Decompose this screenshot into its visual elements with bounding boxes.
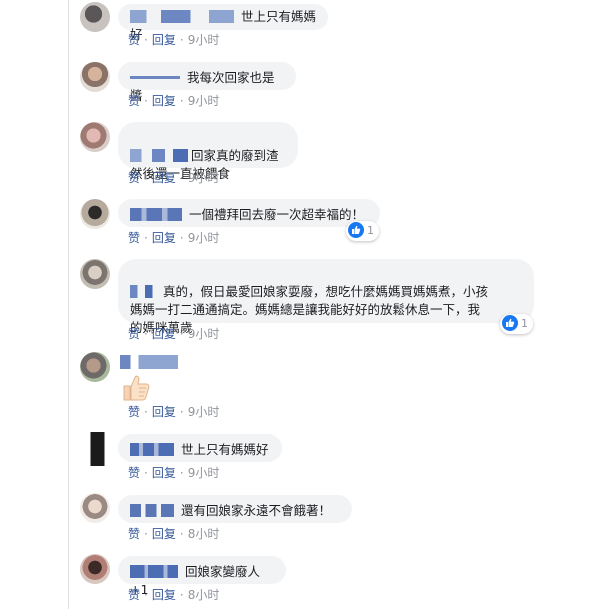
avatar[interactable]: [80, 2, 110, 32]
comment-text: 一個禮拜回去廢一次超幸福的！: [188, 207, 364, 222]
avatar[interactable]: [80, 62, 110, 92]
timestamp[interactable]: 9小时: [188, 33, 220, 47]
comment-bubble: 回家真的廢到渣 然後還一直被餵食: [118, 122, 298, 181]
comment-bubble: 一個禮拜回去廢一次超幸福的！: [118, 199, 380, 227]
comment-meta: 赞 · 回复 · 9小时: [128, 170, 219, 186]
reply-link[interactable]: 回复: [152, 171, 176, 185]
comment-meta: 赞 · 回复 · 9小时: [128, 404, 219, 420]
blurred-author-name[interactable]: [120, 355, 178, 369]
avatar[interactable]: [80, 259, 110, 289]
avatar[interactable]: [80, 493, 110, 523]
separator: ·: [144, 231, 148, 245]
reaction-count-text: 1: [521, 317, 528, 330]
timestamp[interactable]: 9小时: [188, 405, 220, 419]
separator: ·: [179, 33, 184, 47]
timestamp[interactable]: 9小时: [188, 466, 220, 480]
blurred-author-name[interactable]: [130, 285, 160, 298]
like-link[interactable]: 赞: [128, 33, 140, 47]
like-link[interactable]: 赞: [128, 171, 140, 185]
separator: ·: [144, 94, 148, 108]
comment-meta: 赞 · 回复 · 9小时: [128, 465, 219, 481]
like-link[interactable]: 赞: [128, 405, 140, 419]
comment-meta: 赞 · 回复 · 9小时: [128, 32, 219, 48]
separator: ·: [144, 466, 148, 480]
blurred-author-name[interactable]: [130, 149, 188, 162]
comment-meta: 赞 · 回复 · 9小时: [128, 93, 219, 109]
blurred-author-name[interactable]: [130, 71, 180, 84]
comment-bubble: 我每次回家也是醬: [118, 62, 296, 103]
reply-link[interactable]: 回复: [152, 405, 176, 419]
comment-bubble: 回娘家變廢人+1: [118, 556, 286, 597]
comment-text: 世上只有媽媽好: [180, 442, 269, 457]
like-link[interactable]: 赞: [128, 527, 140, 541]
separator: ·: [179, 466, 184, 480]
thumbs-up-sticker[interactable]: [120, 372, 152, 404]
separator: ·: [144, 405, 148, 419]
reply-link[interactable]: 回复: [152, 527, 176, 541]
separator: ·: [179, 231, 184, 245]
separator: ·: [144, 527, 148, 541]
comment-bubble: 真的，假日最愛回娘家耍廢，想吃什麼媽媽買媽媽煮，小孩 媽媽一打二通通搞定。媽媽總…: [118, 259, 534, 335]
blurred-author-name[interactable]: [130, 565, 178, 578]
timestamp[interactable]: 9小时: [188, 231, 220, 245]
thread-line: [68, 0, 69, 609]
comment-text: 還有回娘家永遠不會餓著！: [180, 503, 331, 518]
reply-link[interactable]: 回复: [152, 94, 176, 108]
like-reaction-icon: [502, 315, 518, 331]
avatar[interactable]: [80, 554, 110, 584]
separator: ·: [179, 588, 184, 602]
separator: ·: [144, 588, 148, 602]
comment-meta: 赞 · 回复 · 9小时: [128, 230, 219, 246]
reply-link[interactable]: 回复: [152, 588, 176, 602]
like-link[interactable]: 赞: [128, 588, 140, 602]
separator: ·: [144, 33, 148, 47]
blurred-author-name[interactable]: [130, 10, 234, 23]
reaction-count-text: 1: [367, 224, 374, 237]
blurred-author-name[interactable]: [130, 208, 182, 221]
separator: ·: [144, 171, 148, 185]
comment-meta: 赞 · 回复 · 8小时: [128, 587, 219, 603]
reply-link[interactable]: 回复: [152, 466, 176, 480]
reaction-count[interactable]: 1: [346, 221, 379, 241]
separator: ·: [144, 327, 148, 341]
blurred-author-name[interactable]: [130, 443, 174, 456]
avatar[interactable]: [80, 199, 110, 229]
timestamp[interactable]: 9小时: [188, 171, 220, 185]
separator: ·: [179, 405, 184, 419]
like-link[interactable]: 赞: [128, 327, 140, 341]
comment-meta: 赞 · 回复 · 9小时: [128, 326, 219, 342]
comment-bubble: 世上只有媽媽好: [118, 4, 328, 42]
separator: ·: [179, 94, 184, 108]
timestamp[interactable]: 9小时: [188, 327, 220, 341]
reply-link[interactable]: 回复: [152, 231, 176, 245]
avatar[interactable]: [86, 432, 108, 466]
timestamp[interactable]: 8小时: [188, 588, 220, 602]
avatar[interactable]: [80, 352, 110, 382]
timestamp[interactable]: 9小时: [188, 94, 220, 108]
avatar[interactable]: [80, 122, 110, 152]
reaction-count[interactable]: 1: [500, 314, 533, 334]
comment-bubble: 還有回娘家永遠不會餓著！: [118, 495, 352, 523]
like-link[interactable]: 赞: [128, 231, 140, 245]
comment-meta: 赞 · 回复 · 8小时: [128, 526, 219, 542]
reply-link[interactable]: 回复: [152, 33, 176, 47]
separator: ·: [179, 527, 184, 541]
blurred-author-name[interactable]: [130, 504, 174, 517]
reply-link[interactable]: 回复: [152, 327, 176, 341]
timestamp[interactable]: 8小时: [188, 527, 220, 541]
separator: ·: [179, 327, 184, 341]
separator: ·: [179, 171, 184, 185]
like-link[interactable]: 赞: [128, 466, 140, 480]
like-reaction-icon: [348, 222, 364, 238]
comment-bubble: 世上只有媽媽好: [118, 434, 282, 462]
like-link[interactable]: 赞: [128, 94, 140, 108]
